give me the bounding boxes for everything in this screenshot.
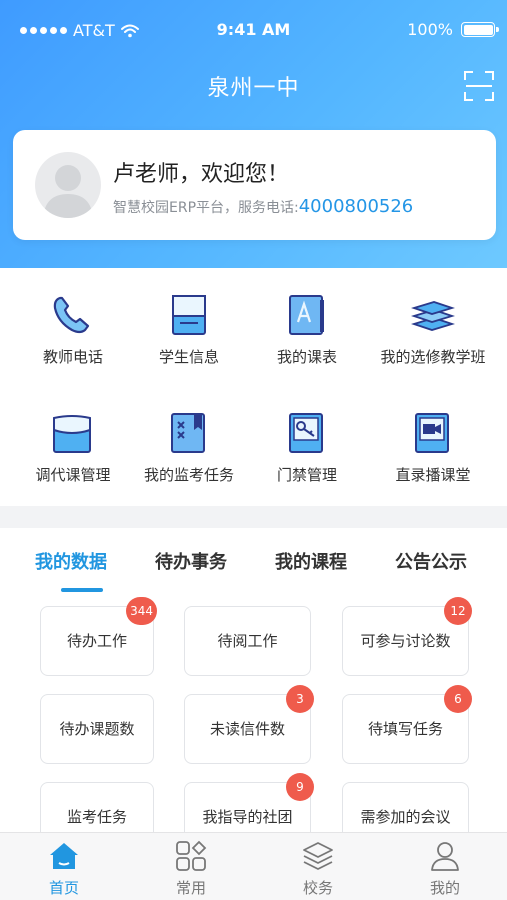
function-menu: 教师电话 学生信息 我的课表 我的选修教学班 调代课管理 我的监考任务 门禁管理…	[0, 268, 507, 506]
service-phone-link[interactable]: 4000800526	[299, 196, 414, 217]
count-badge: 6	[444, 685, 472, 713]
menu-label: 我的选修教学班	[380, 348, 486, 366]
layers-icon	[303, 842, 333, 870]
data-card-pending-topics[interactable]: 待办课题数	[40, 694, 154, 764]
menu-item-elective-class[interactable]: 我的选修教学班	[370, 292, 496, 368]
battery-percent: 100%	[407, 20, 453, 39]
bottom-tab-bar: 首页 常用 校务 我的	[0, 832, 507, 900]
menu-label: 门禁管理	[276, 466, 337, 484]
tab-bar: 我的数据 待办事务 我的课程 公告公示	[0, 548, 507, 588]
data-card-label: 可参与讨论数	[360, 632, 451, 650]
tabbar-label: 首页	[48, 879, 79, 897]
data-card-unread-mail[interactable]: 未读信件数 3	[184, 685, 314, 764]
count-badge: 3	[286, 685, 314, 713]
tab-announcements[interactable]: 公告公示	[395, 548, 467, 574]
live-class-icon	[415, 413, 449, 453]
tabbar-label: 常用	[175, 879, 206, 897]
data-card-proctor-tasks[interactable]: 监考任务	[40, 782, 154, 838]
exam-proctor-icon	[171, 413, 205, 453]
service-label: 智慧校园ERP平台，服务电话:	[113, 200, 299, 216]
substitute-class-icon	[53, 415, 91, 453]
tabbar-label: 我的	[429, 879, 460, 897]
student-info-icon	[172, 295, 206, 335]
active-tab-indicator	[61, 588, 103, 592]
data-card-label: 需参加的会议	[360, 808, 451, 826]
grid-icon	[176, 840, 207, 871]
data-card-meetings[interactable]: 需参加的会议	[342, 782, 469, 838]
welcome-text: 卢老师，欢迎您！	[113, 162, 290, 187]
count-badge: 9	[286, 773, 314, 801]
person-icon	[431, 842, 459, 871]
data-card-label: 待阅工作	[217, 632, 278, 650]
page-title: 泉州一中	[207, 76, 300, 101]
data-card-label: 待办工作	[66, 632, 127, 650]
data-card-my-clubs[interactable]: 我指导的社团 9	[184, 773, 314, 838]
menu-item-substitute-class[interactable]: 调代课管理	[10, 410, 136, 486]
data-card-tasks-to-fill[interactable]: 待填写任务 6	[342, 685, 472, 764]
data-card-label: 监考任务	[66, 808, 127, 826]
data-card-pending-work[interactable]: 待办工作 344	[40, 597, 157, 676]
tabbar-common[interactable]: 常用	[151, 839, 231, 898]
tabbar-label: 校务	[302, 879, 333, 897]
menu-item-student-info[interactable]: 学生信息	[126, 292, 252, 368]
data-card-to-read[interactable]: 待阅工作	[184, 606, 311, 676]
data-card-label: 待办课题数	[59, 720, 135, 738]
count-badge: 12	[444, 597, 472, 625]
timetable-icon	[289, 295, 324, 335]
battery-icon	[461, 22, 499, 37]
home-icon	[50, 843, 78, 869]
data-card-discussions[interactable]: 可参与讨论数 12	[342, 597, 472, 676]
menu-label: 教师电话	[42, 348, 103, 366]
access-control-icon	[289, 413, 323, 453]
menu-item-teacher-phone[interactable]: 教师电话	[10, 292, 136, 368]
menu-item-exam-proctor[interactable]: 我的监考任务	[126, 410, 252, 486]
tabbar-home[interactable]: 首页	[24, 839, 104, 898]
menu-label: 我的课表	[276, 348, 337, 366]
menu-item-live-class[interactable]: 直录播课堂	[370, 410, 496, 486]
data-panel: 我的数据 待办事务 我的课程 公告公示 待办工作 344 待阅工作 可参与讨论数…	[0, 528, 507, 838]
service-line: 智慧校园ERP平台，服务电话:4000800526	[113, 196, 413, 217]
menu-label: 学生信息	[158, 348, 219, 366]
tab-pending-affairs[interactable]: 待办事务	[155, 548, 227, 574]
data-card-label: 待填写任务	[367, 720, 443, 738]
menu-label: 调代课管理	[35, 466, 111, 484]
data-card-label: 我指导的社团	[202, 808, 293, 826]
tab-my-data[interactable]: 我的数据	[35, 548, 107, 574]
count-badge: 344	[126, 597, 157, 625]
menu-item-timetable[interactable]: 我的课表	[244, 292, 370, 368]
phone-icon	[53, 296, 90, 334]
tab-my-courses[interactable]: 我的课程	[275, 548, 347, 574]
elective-class-icon	[411, 301, 455, 331]
tabbar-mine[interactable]: 我的	[405, 839, 485, 898]
data-card-label: 未读信件数	[209, 720, 285, 738]
menu-label: 直录播课堂	[395, 466, 471, 484]
menu-label: 我的监考任务	[143, 466, 234, 484]
scan-icon[interactable]	[463, 70, 495, 102]
default-avatar-icon	[35, 152, 101, 218]
menu-item-access-control[interactable]: 门禁管理	[244, 410, 370, 486]
profile-card[interactable]: 卢老师，欢迎您！ 智慧校园ERP平台，服务电话:4000800526	[13, 130, 496, 240]
status-bar: AT&T 9:41 AM 100%	[0, 0, 507, 60]
tabbar-school-affairs[interactable]: 校务	[278, 839, 358, 898]
